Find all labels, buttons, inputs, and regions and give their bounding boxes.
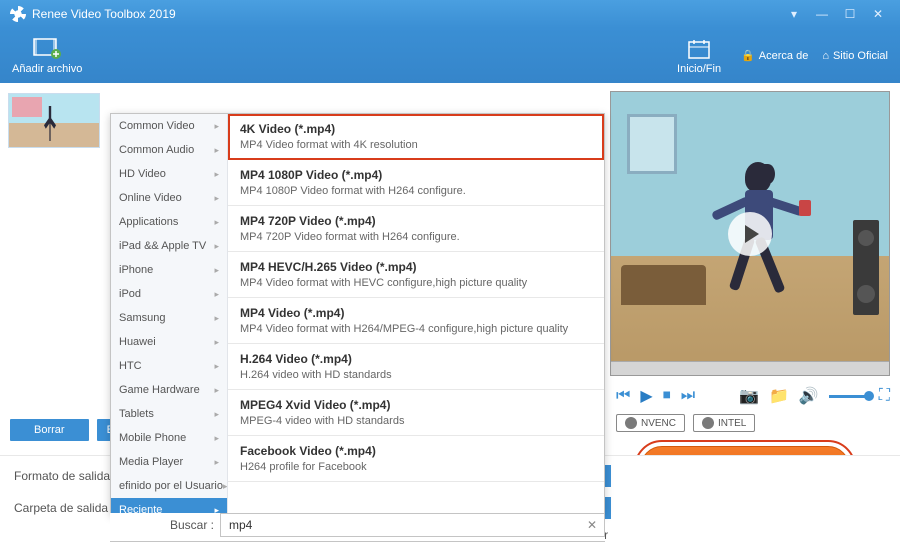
category-item[interactable]: HTC▸ <box>111 354 227 378</box>
clear-search-icon[interactable]: ✕ <box>587 518 597 532</box>
format-list: 4K Video (*.mp4)MP4 Video format with 4K… <box>228 114 604 514</box>
preview-panel: ⏮ ▶ ⏹ ⏭ 📷 📁 🔊 ⛶ NVENC INTEL Empezar <box>600 83 900 435</box>
main-toolbar: Añadir archivo Inicio/Fin 🔒 Acerca de ⌂ … <box>0 28 900 83</box>
category-item[interactable]: Applications▸ <box>111 210 227 234</box>
category-item[interactable]: Online Video▸ <box>111 186 227 210</box>
format-item[interactable]: MP4 HEVC/H.265 Video (*.mp4)MP4 Video fo… <box>228 252 604 298</box>
calendar-icon <box>685 37 713 61</box>
format-item[interactable]: 4K Video (*.mp4)MP4 Video format with 4K… <box>228 114 604 160</box>
category-item[interactable]: Common Audio▸ <box>111 138 227 162</box>
search-label: Buscar : <box>170 518 214 532</box>
category-item[interactable]: Media Player▸ <box>111 450 227 474</box>
format-dropdown: Common Video▸Common Audio▸HD Video▸Onlin… <box>110 113 605 515</box>
titlebar: Renee Video Toolbox 2019 ▾ — ☐ ✕ <box>0 0 900 28</box>
about-link[interactable]: 🔒 Acerca de <box>741 49 808 62</box>
category-item[interactable]: Huawei▸ <box>111 330 227 354</box>
lock-icon: 🔒 <box>741 49 755 62</box>
category-item[interactable]: Game Hardware▸ <box>111 378 227 402</box>
play-button[interactable]: ▶ <box>640 386 652 406</box>
output-format-label: Formato de salida : <box>14 469 124 483</box>
next-button[interactable]: ⏭ <box>681 387 695 405</box>
category-item[interactable]: efinido por el Usuario▸ <box>111 474 227 498</box>
stop-button[interactable]: ⏹ <box>663 387 671 405</box>
category-item[interactable]: Mobile Phone▸ <box>111 426 227 450</box>
film-add-icon <box>33 37 61 61</box>
maximize-button[interactable]: ☐ <box>838 4 862 24</box>
search-input[interactable] <box>220 513 605 537</box>
delete-button[interactable]: Borrar <box>10 419 89 441</box>
close-button[interactable]: ✕ <box>866 4 890 24</box>
category-item[interactable]: iPod▸ <box>111 282 227 306</box>
file-list-area: Common Video▸Common Audio▸HD Video▸Onlin… <box>0 83 600 435</box>
brand-nvenc: NVENC <box>616 414 685 432</box>
category-item[interactable]: Tablets▸ <box>111 402 227 426</box>
format-item[interactable]: Facebook Video (*.mp4)H264 profile for F… <box>228 436 604 482</box>
home-icon: ⌂ <box>822 50 829 62</box>
category-item[interactable]: Reciente▸ <box>111 498 227 514</box>
output-folder-label: Carpeta de salida : <box>14 501 124 515</box>
category-item[interactable]: Common Video▸ <box>111 114 227 138</box>
dropdown-icon[interactable]: ▾ <box>782 4 806 24</box>
format-item[interactable]: MP4 1080P Video (*.mp4)MP4 1080P Video f… <box>228 160 604 206</box>
brand-intel: INTEL <box>693 414 755 432</box>
camera-icon[interactable]: 📷 <box>739 386 759 406</box>
format-item[interactable]: MPEG4 Xvid Video (*.mp4)MPEG-4 video wit… <box>228 390 604 436</box>
app-title: Renee Video Toolbox 2019 <box>32 7 176 21</box>
category-item[interactable]: iPad && Apple TV▸ <box>111 234 227 258</box>
volume-icon[interactable]: 🔊 <box>799 386 819 406</box>
fullscreen-icon[interactable]: ⛶ <box>879 387 890 405</box>
prev-button[interactable]: ⏮ <box>616 387 630 405</box>
format-item[interactable]: H.264 Video (*.mp4)H.264 video with HD s… <box>228 344 604 390</box>
start-end-button[interactable]: Inicio/Fin <box>677 37 721 75</box>
format-search: Buscar : ✕ <box>110 513 605 542</box>
add-file-button[interactable]: Añadir archivo <box>12 37 82 75</box>
minimize-button[interactable]: — <box>810 4 834 24</box>
format-item[interactable]: MP4 720P Video (*.mp4)MP4 720P Video for… <box>228 206 604 252</box>
folder-icon[interactable]: 📁 <box>769 386 789 406</box>
video-thumbnail[interactable] <box>8 93 100 148</box>
category-item[interactable]: HD Video▸ <box>111 162 227 186</box>
play-overlay-button[interactable] <box>728 212 772 256</box>
category-list: Common Video▸Common Audio▸HD Video▸Onlin… <box>111 114 228 514</box>
preview-timeline[interactable] <box>611 361 889 375</box>
volume-slider[interactable] <box>829 395 869 398</box>
category-item[interactable]: Samsung▸ <box>111 306 227 330</box>
encoder-brands: NVENC INTEL <box>600 406 890 432</box>
official-site-link[interactable]: ⌂ Sitio Oficial <box>822 50 888 62</box>
video-preview[interactable] <box>610 91 890 376</box>
category-item[interactable]: iPhone▸ <box>111 258 227 282</box>
app-logo-icon <box>10 6 26 22</box>
format-item[interactable]: MP4 Video (*.mp4)MP4 Video format with H… <box>228 298 604 344</box>
playback-controls: ⏮ ▶ ⏹ ⏭ 📷 📁 🔊 ⛶ <box>600 376 890 406</box>
